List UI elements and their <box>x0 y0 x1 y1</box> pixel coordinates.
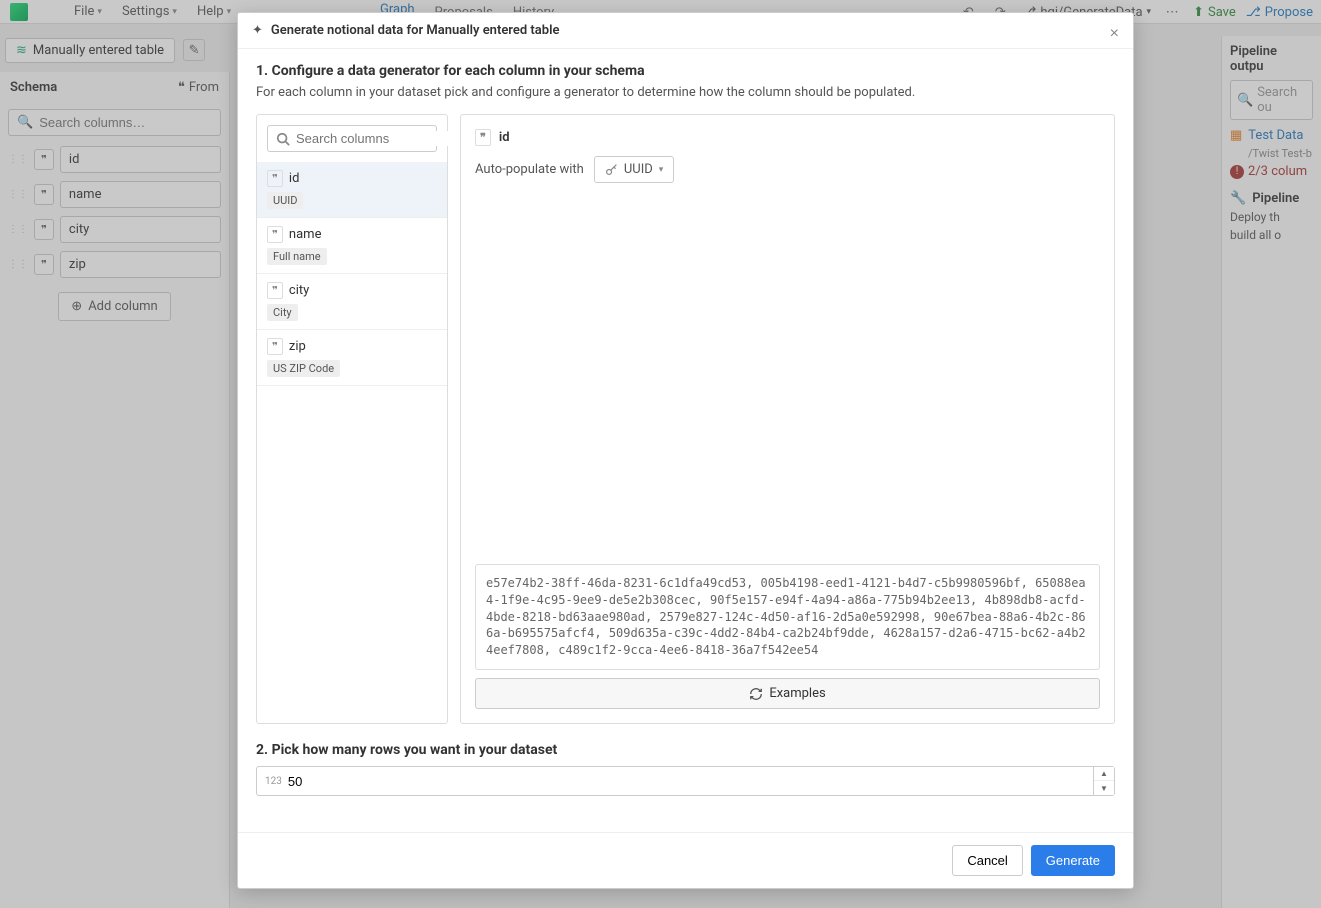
column-search-input[interactable] <box>296 131 472 146</box>
row-count-field[interactable]: 123 <box>256 766 1094 796</box>
col-name: zip <box>289 339 306 354</box>
sparkle-icon: ✦ <box>252 23 263 38</box>
column-list: ❞ id UUID ❞ name Full name ❞ city City ❞ zip US ZIP… <box>256 114 448 724</box>
examples-output: e57e74b2-38ff-46da-8231-6c1dfa49cd53, 00… <box>475 564 1100 670</box>
row-count-input[interactable] <box>288 774 1085 789</box>
column-detail: ❞ id Auto-populate with UUID ▾ e57e74b2-… <box>460 114 1115 724</box>
string-type-icon: ❞ <box>267 282 283 299</box>
generate-data-modal: ✦ Generate notional data for Manually en… <box>237 12 1134 889</box>
col-name: city <box>289 283 309 298</box>
generator-badge: City <box>267 304 298 321</box>
string-type-icon: ❞ <box>267 170 283 187</box>
cancel-button[interactable]: Cancel <box>952 845 1022 876</box>
string-type-icon: ❞ <box>475 129 491 146</box>
autopopulate-label: Auto-populate with <box>475 162 584 177</box>
string-type-icon: ❞ <box>267 338 283 355</box>
generate-button[interactable]: Generate <box>1031 845 1115 876</box>
chevron-down-icon: ▾ <box>659 165 664 175</box>
detail-col-name: id <box>499 130 510 145</box>
row-count-down[interactable]: ▼ <box>1094 781 1114 795</box>
column-list-item[interactable]: ❞ city City <box>257 274 447 330</box>
generator-select[interactable]: UUID ▾ <box>594 156 674 183</box>
column-list-search[interactable] <box>267 125 437 152</box>
step2-title: 2. Pick how many rows you want in your d… <box>256 742 1115 758</box>
search-icon <box>276 132 290 146</box>
col-name: name <box>289 227 322 242</box>
string-type-icon: ❞ <box>267 226 283 243</box>
examples-button[interactable]: Examples <box>475 678 1100 709</box>
column-list-item[interactable]: ❞ id UUID <box>257 162 447 218</box>
generator-badge: UUID <box>267 192 303 209</box>
key-icon <box>605 163 618 176</box>
generator-badge: Full name <box>267 248 327 265</box>
step1-title: 1. Configure a data generator for each c… <box>256 63 1115 79</box>
column-list-item[interactable]: ❞ zip US ZIP Code <box>257 330 447 386</box>
number-type-icon: 123 <box>265 776 282 787</box>
modal-title: Generate notional data for Manually ente… <box>271 23 560 38</box>
generator-badge: US ZIP Code <box>267 360 340 377</box>
row-count-up[interactable]: ▲ <box>1094 767 1114 781</box>
refresh-icon <box>749 687 763 701</box>
column-list-item[interactable]: ❞ name Full name <box>257 218 447 274</box>
step1-desc: For each column in your dataset pick and… <box>256 85 1115 100</box>
col-name: id <box>289 171 300 186</box>
close-button[interactable]: × <box>1106 21 1123 47</box>
